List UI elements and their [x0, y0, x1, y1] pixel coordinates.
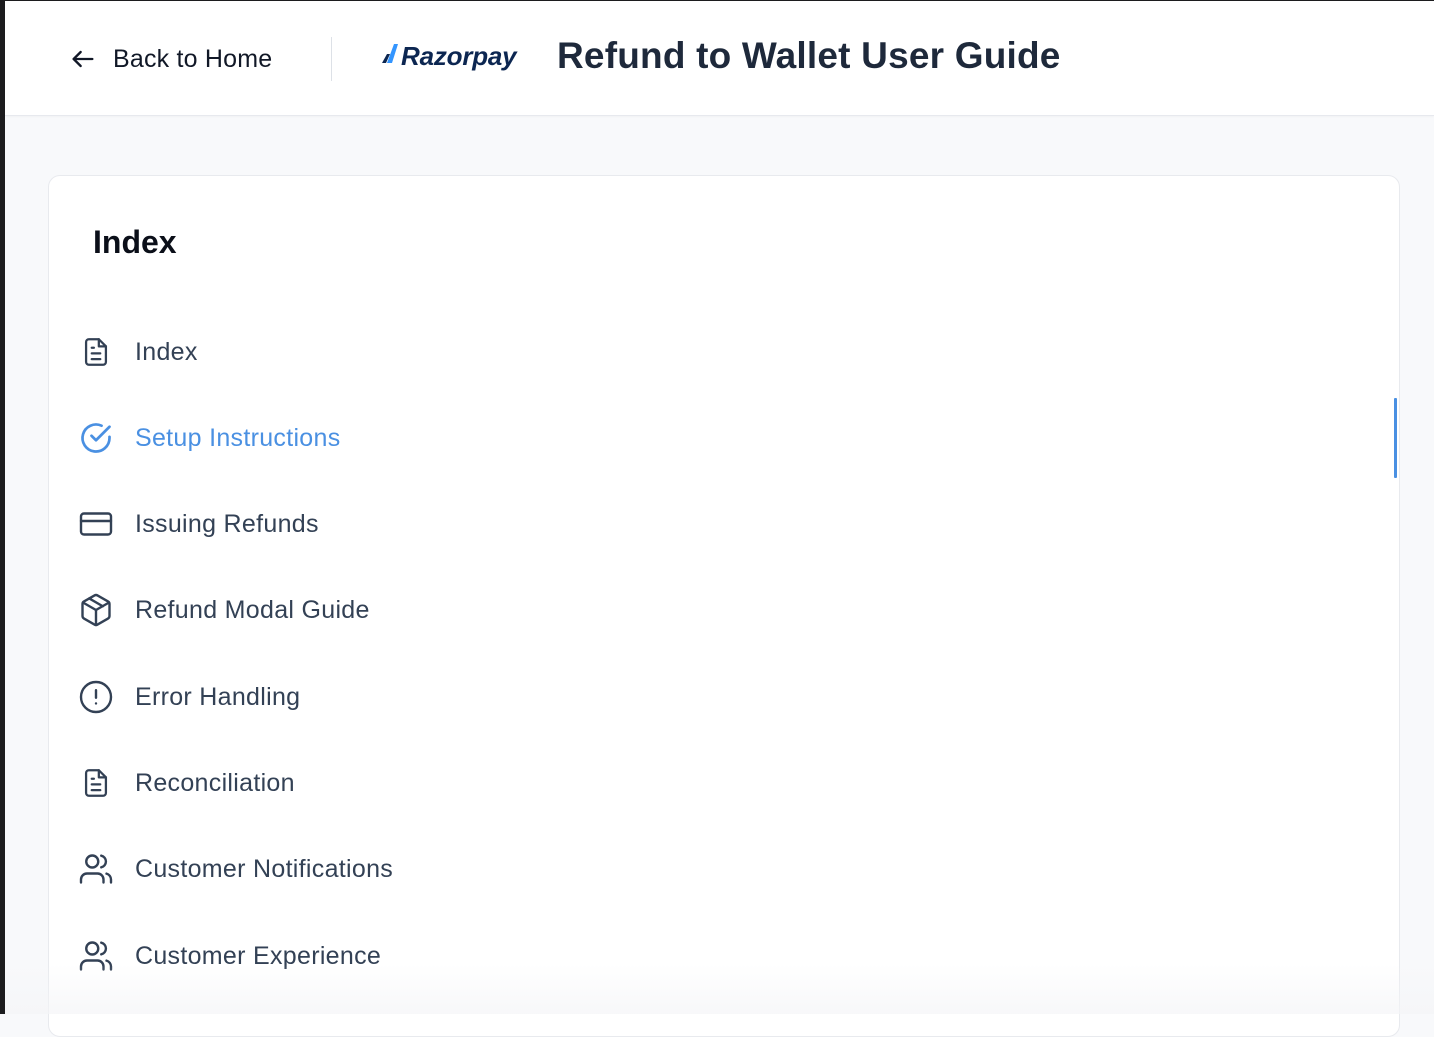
alert-circle-icon — [77, 678, 115, 716]
index-heading: Index — [93, 224, 177, 260]
index-nav-item-error-handling[interactable]: Error Handling — [77, 673, 300, 721]
razorpay-logo: Razorpay — [379, 41, 517, 72]
index-nav-item-index[interactable]: Index — [77, 328, 198, 376]
page-title: Refund to Wallet User Guide — [557, 35, 1061, 76]
nav-item-label: Setup Instructions — [135, 423, 341, 452]
index-card: Index Index Setup Instructions Issuing R… — [48, 175, 1400, 1037]
active-section-indicator — [1394, 398, 1397, 478]
header-divider — [331, 37, 332, 81]
index-nav-item-customer-notifications[interactable]: Customer Notifications — [77, 845, 393, 893]
back-to-home-link[interactable]: Back to Home — [69, 39, 272, 79]
users-icon — [77, 937, 115, 975]
nav-item-label: Customer Experience — [135, 941, 382, 970]
nav-item-label: Refund Modal Guide — [135, 595, 370, 624]
nav-item-label: Issuing Refunds — [135, 509, 319, 538]
users-icon — [77, 850, 115, 888]
nav-item-label: Reconciliation — [135, 768, 295, 797]
document-icon — [77, 333, 115, 371]
page-header: Back to Home Razorpay Refund to Wallet U… — [5, 1, 1434, 116]
razorpay-logo-text: Razorpay — [401, 41, 517, 71]
document-icon — [77, 764, 115, 802]
nav-item-label: Error Handling — [135, 682, 301, 711]
arrow-left-icon — [69, 45, 97, 73]
nav-item-label: Index — [135, 337, 198, 366]
back-to-home-label: Back to Home — [113, 44, 273, 73]
index-nav-item-customer-experience[interactable]: Customer Experience — [77, 932, 381, 980]
credit-card-icon — [77, 505, 115, 543]
index-nav-item-issuing-refunds[interactable]: Issuing Refunds — [77, 500, 319, 548]
check-circle-icon — [77, 419, 115, 457]
index-nav-item-reconciliation[interactable]: Reconciliation — [77, 759, 295, 807]
nav-item-label: Customer Notifications — [135, 854, 394, 883]
cube-icon — [77, 591, 115, 629]
index-nav-item-refund-modal-guide[interactable]: Refund Modal Guide — [77, 586, 370, 634]
razorpay-logo-mark-icon — [379, 42, 399, 71]
index-nav-item-setup-instructions[interactable]: Setup Instructions — [77, 414, 341, 462]
window-left-edge — [0, 0, 5, 1014]
